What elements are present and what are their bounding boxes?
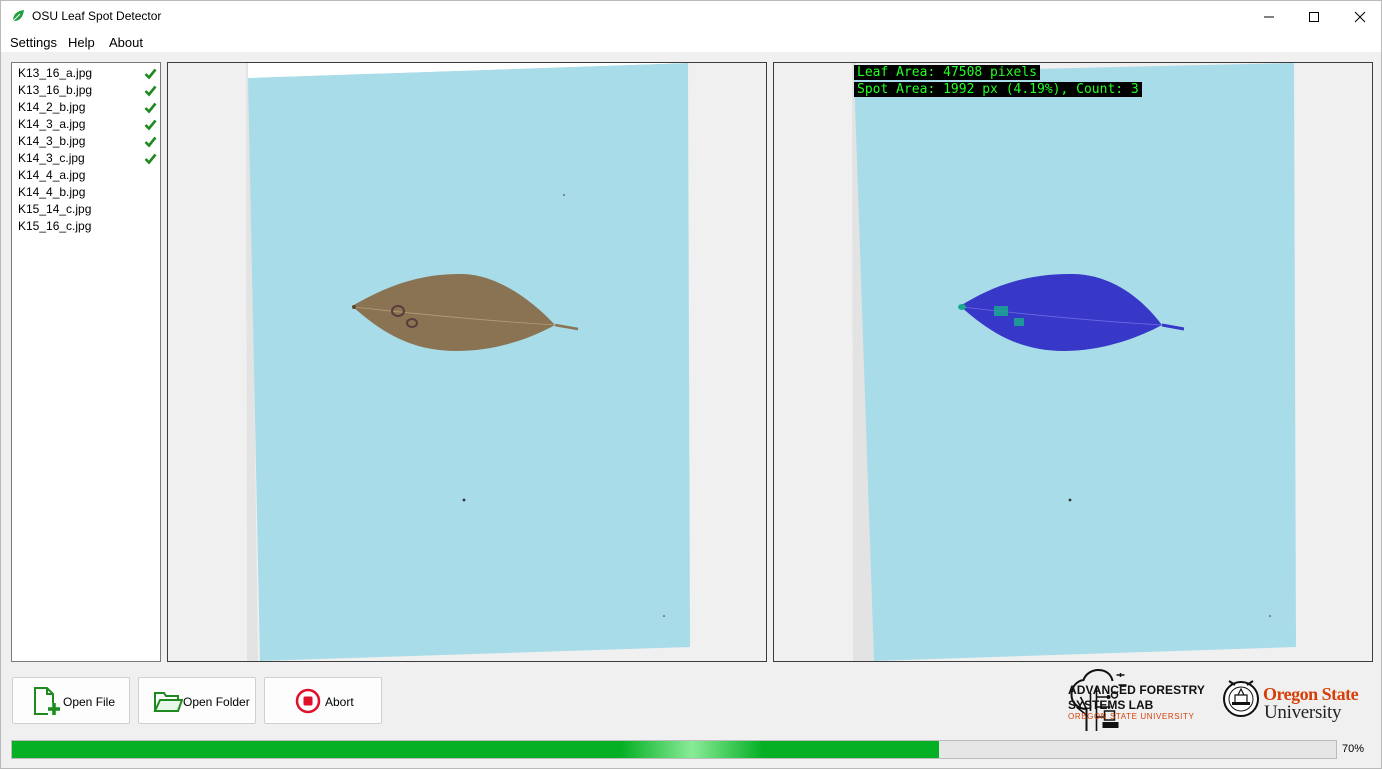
window-title: OSU Leaf Spot Detector [32, 9, 162, 23]
osu-seal-icon [1223, 680, 1259, 717]
open-file-label: Open File [63, 695, 116, 709]
osu-name-line2: University [1264, 702, 1342, 723]
open-folder-label: Open Folder [183, 695, 250, 709]
add-file-icon [34, 687, 60, 715]
menu-help[interactable]: Help [68, 35, 95, 50]
original-image [168, 63, 766, 661]
open-folder-button[interactable]: Open Folder [138, 677, 256, 724]
file-list-item[interactable]: K14_2_b.jpg [18, 99, 158, 116]
file-name: K13_16_a.jpg [18, 66, 93, 80]
spot-area-label: Spot Area: 1992 px (4.19%), Count: 3 [854, 82, 1142, 97]
maximize-button[interactable] [1291, 1, 1337, 32]
file-list-item[interactable]: K14_3_b.jpg [18, 133, 158, 150]
afsl-name-line1: ADVANCED FORESTRY [1068, 683, 1206, 697]
file-list-item[interactable]: K14_3_a.jpg [18, 116, 158, 133]
minimize-icon [1264, 16, 1274, 17]
original-image-pane [167, 62, 767, 662]
close-button[interactable] [1337, 1, 1382, 32]
progress-fill [12, 741, 939, 758]
file-list-item[interactable]: K15_16_c.jpg [18, 218, 158, 235]
file-name: K14_3_a.jpg [18, 117, 86, 131]
progress-label: 70% [1342, 743, 1365, 755]
file-list-item[interactable]: K15_14_c.jpg [18, 201, 158, 218]
file-name: K14_4_b.jpg [18, 185, 86, 199]
menu-settings[interactable]: Settings [10, 35, 57, 50]
progress-bar [11, 740, 1337, 759]
file-list-item[interactable]: K14_3_c.jpg [18, 150, 158, 167]
checkmark-icon [144, 68, 157, 80]
abort-button[interactable]: Abort [264, 677, 382, 724]
file-name: K15_16_c.jpg [18, 219, 92, 233]
file-list-item[interactable]: K14_4_b.jpg [18, 184, 158, 201]
menu-bar: Settings Help About [1, 32, 1381, 52]
file-list-item[interactable]: K13_16_b.jpg [18, 82, 158, 99]
file-list-item[interactable]: K14_4_a.jpg [18, 167, 158, 184]
file-name: K13_16_b.jpg [18, 83, 93, 97]
title-bar: OSU Leaf Spot Detector [1, 1, 1381, 32]
checkmark-icon [144, 85, 157, 97]
checkmark-icon [144, 136, 157, 148]
file-name: K14_4_a.jpg [18, 168, 86, 182]
afsl-subtitle: OREGON STATE UNIVERSITY [1068, 712, 1195, 721]
file-list[interactable]: K13_16_a.jpg K13_16_b.jpg K14_2_b.jpg K14_3… [11, 62, 161, 662]
abort-label: Abort [325, 695, 354, 709]
menu-about[interactable]: About [109, 35, 143, 50]
file-name: K14_2_b.jpg [18, 100, 86, 114]
folder-icon [153, 692, 183, 712]
leaf-area-label: Leaf Area: 47508 pixels [854, 65, 1041, 80]
file-name: K15_14_c.jpg [18, 202, 92, 216]
stop-icon [295, 688, 321, 714]
leaf-icon [12, 10, 24, 22]
open-file-button[interactable]: Open File [12, 677, 130, 724]
checkmark-icon [144, 119, 157, 131]
close-icon [1354, 11, 1366, 22]
app-window: OSU Leaf Spot Detector Settings Help Abo… [0, 0, 1382, 769]
checkmark-icon [144, 102, 157, 114]
file-list-item[interactable]: K13_16_a.jpg [18, 65, 158, 82]
result-image [774, 63, 1372, 661]
minimize-button[interactable] [1246, 1, 1292, 32]
file-name: K14_3_b.jpg [18, 134, 86, 148]
checkmark-icon [144, 153, 157, 165]
progress-glow [622, 741, 762, 758]
afsl-name-line2: SYSTEMS LAB [1068, 698, 1154, 712]
maximize-icon [1309, 11, 1319, 22]
result-image-pane: Leaf Area: 47508 pixels Spot Area: 1992 … [773, 62, 1373, 662]
file-name: K14_3_c.jpg [18, 151, 85, 165]
